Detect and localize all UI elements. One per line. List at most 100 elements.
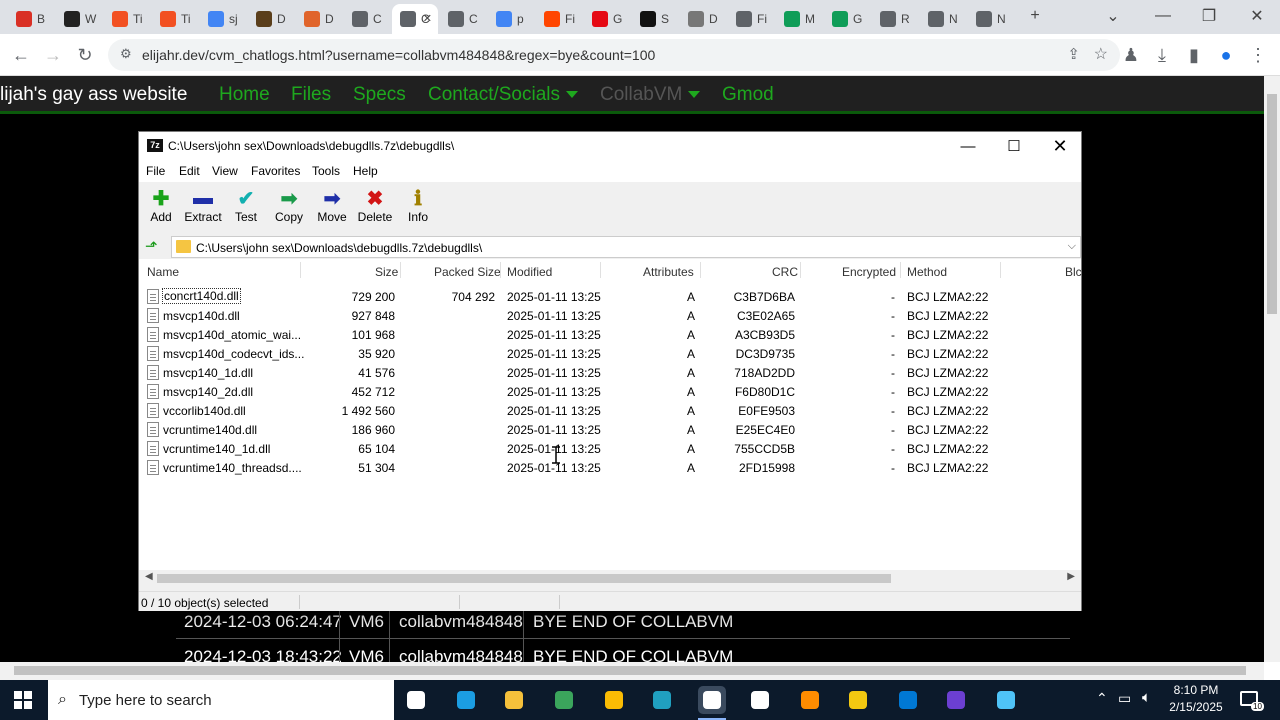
- menu-kebab-icon[interactable]: ⋮: [1245, 42, 1271, 68]
- column-header-method[interactable]: Method: [907, 265, 947, 279]
- new-tab-icon[interactable]: +: [1012, 0, 1058, 32]
- nav-specs-link[interactable]: Specs: [353, 84, 406, 106]
- close-tab-icon[interactable]: ✕: [423, 12, 432, 25]
- taskbar-app-blue-icon[interactable]: [894, 686, 922, 714]
- taskbar-file-explorer-icon[interactable]: [500, 686, 528, 714]
- browser-tab[interactable]: G: [584, 4, 628, 34]
- clock[interactable]: 8:10 PM 2/15/2025: [1164, 683, 1228, 714]
- taskbar-search[interactable]: ⌕ Type here to search: [48, 680, 394, 720]
- browser-tab[interactable]: S: [632, 4, 676, 34]
- nav-contact-link[interactable]: Contact/Socials: [428, 84, 579, 106]
- browser-tab[interactable]: C ✕: [392, 4, 438, 34]
- browser-tab[interactable]: Fi: [536, 4, 580, 34]
- browser-tab[interactable]: G: [824, 4, 868, 34]
- scrollbar-thumb[interactable]: [14, 666, 1246, 675]
- column-header-size[interactable]: Size: [375, 265, 398, 279]
- profile-avatar[interactable]: ●: [1213, 42, 1239, 68]
- menu-help[interactable]: Help: [353, 164, 378, 178]
- taskbar-app-teal-icon[interactable]: [648, 686, 676, 714]
- volume-icon[interactable]: 🔈︎: [1142, 689, 1151, 706]
- scroll-left-icon[interactable]: ◀: [145, 571, 153, 582]
- column-header-name[interactable]: Name: [147, 265, 179, 279]
- toolbar-info-button[interactable]: ℹ Info: [396, 186, 440, 225]
- file-row[interactable]: msvcp140d_codecvt_ids... 35 920 2025-01-11…: [139, 344, 1081, 363]
- reload-icon[interactable]: ↻: [72, 42, 98, 68]
- file-row[interactable]: msvcp140d.dll 927 848 2025-01-11 13:25 A C3E…: [139, 306, 1081, 325]
- download-icon[interactable]: ⤓: [1149, 42, 1175, 68]
- taskbar-app-orange-icon[interactable]: [796, 686, 824, 714]
- taskbar-7zip-icon[interactable]: [698, 686, 726, 720]
- scrollbar-thumb[interactable]: [157, 574, 891, 583]
- browser-tab[interactable]: C: [344, 4, 388, 34]
- taskbar-defender-icon[interactable]: [746, 686, 774, 714]
- taskbar-app-green-icon[interactable]: [550, 686, 578, 714]
- taskbar-app-purple-icon[interactable]: [942, 686, 970, 714]
- toolbar-extract-button[interactable]: ▬ Extract: [181, 186, 225, 225]
- forward-icon[interactable]: →: [40, 42, 66, 68]
- browser-tab[interactable]: N: [968, 4, 1012, 34]
- browser-tab[interactable]: D: [680, 4, 724, 34]
- browser-tab[interactable]: sj: [200, 4, 244, 34]
- list-horizontal-scrollbar[interactable]: ◀ ▶: [139, 570, 1081, 587]
- toolbar-move-button[interactable]: ➡ Move: [310, 186, 354, 225]
- file-row[interactable]: vccorlib140d.dll 1 492 560 2025-01-11 13:2…: [139, 401, 1081, 420]
- file-row[interactable]: msvcp140_1d.dll 41 576 2025-01-11 13:25 A 71…: [139, 363, 1081, 382]
- browser-tab[interactable]: R: [872, 4, 916, 34]
- browser-tab[interactable]: Fi: [728, 4, 772, 34]
- menu-edit[interactable]: Edit: [179, 164, 200, 178]
- menu-tools[interactable]: Tools: [312, 164, 340, 178]
- column-header-packed-size[interactable]: Packed Size: [434, 265, 501, 279]
- taskbar-chrome-icon[interactable]: [600, 686, 628, 714]
- column-header-encrypted[interactable]: Encrypted: [842, 265, 896, 279]
- file-row[interactable]: vcruntime140_1d.dll 65 104 2025-01-11 13:2…: [139, 439, 1081, 458]
- scroll-right-icon[interactable]: ▶: [1067, 571, 1075, 582]
- toolbar-test-button[interactable]: ✔ Test: [224, 186, 268, 225]
- file-list[interactable]: Name Size Packed Size Modified Attribute…: [139, 259, 1082, 572]
- file-row[interactable]: vcruntime140_threadsd.... 51 304 2025-01-1…: [139, 458, 1081, 477]
- column-header-attributes[interactable]: Attributes: [643, 265, 694, 279]
- page-horizontal-scrollbar[interactable]: [0, 662, 1264, 680]
- path-input[interactable]: C:\Users\john sex\Downloads\debugdlls.7z…: [171, 236, 1081, 258]
- browser-tab[interactable]: M: [776, 4, 820, 34]
- file-row[interactable]: msvcp140_2d.dll 452 712 2025-01-11 13:25 A F…: [139, 382, 1081, 401]
- close-icon[interactable]: ✕: [1037, 132, 1083, 160]
- column-header-block[interactable]: Blc: [1065, 265, 1082, 279]
- browser-tab[interactable]: W: [56, 4, 100, 34]
- browser-minimize-icon[interactable]: —: [1140, 0, 1186, 32]
- page-vertical-scrollbar[interactable]: [1264, 76, 1280, 662]
- maximize-icon[interactable]: ☐: [991, 132, 1037, 160]
- browser-close-icon[interactable]: ✕: [1234, 0, 1280, 32]
- browser-tab[interactable]: p: [488, 4, 532, 34]
- browser-tab[interactable]: N: [920, 4, 964, 34]
- back-icon[interactable]: ←: [8, 42, 34, 68]
- browser-tab[interactable]: D: [248, 4, 292, 34]
- up-folder-icon[interactable]: ⬏: [145, 237, 158, 255]
- file-row[interactable]: vcruntime140d.dll 186 960 2025-01-11 13:25…: [139, 420, 1081, 439]
- taskbar-app-yellow-icon[interactable]: [844, 686, 872, 714]
- address-bar[interactable]: ⚙ elijahr.dev/cvm_chatlogs.html?username…: [108, 39, 1120, 71]
- browser-restore-icon[interactable]: ❐: [1186, 0, 1232, 32]
- nav-home-link[interactable]: Home: [219, 84, 270, 106]
- toolbar-add-button[interactable]: ✚ Add: [139, 186, 183, 225]
- browser-tab[interactable]: C: [440, 4, 484, 34]
- nav-files-link[interactable]: Files: [291, 84, 331, 106]
- file-row[interactable]: msvcp140d_atomic_wai... 101 968 2025-01-11…: [139, 325, 1081, 344]
- nav-gmod-link[interactable]: Gmod: [722, 84, 774, 106]
- scrollbar-thumb[interactable]: [1267, 94, 1277, 314]
- menu-file[interactable]: File: [146, 164, 165, 178]
- column-header-modified[interactable]: Modified: [507, 265, 552, 279]
- tab-search-icon[interactable]: ⌄: [1090, 0, 1136, 32]
- share-icon[interactable]: ⇪: [1067, 45, 1080, 63]
- site-info-icon[interactable]: ⚙: [120, 46, 132, 62]
- nav-collabvm-link[interactable]: CollabVM: [600, 84, 701, 106]
- sidepanel-icon[interactable]: ▮: [1181, 42, 1207, 68]
- taskbar-task-view-icon[interactable]: [402, 686, 430, 714]
- minimize-icon[interactable]: —: [945, 132, 991, 160]
- column-header-crc[interactable]: CRC: [772, 265, 798, 279]
- browser-tab[interactable]: Ti: [104, 4, 148, 34]
- browser-tab[interactable]: D: [296, 4, 340, 34]
- chevron-up-icon[interactable]: ⌃: [1096, 690, 1108, 707]
- file-row[interactable]: concrt140d.dll 729 200 704 292 2025-01-11 1…: [139, 287, 1081, 306]
- network-icon[interactable]: ▭: [1118, 690, 1131, 707]
- toolbar-copy-button[interactable]: ➡ Copy: [267, 186, 311, 225]
